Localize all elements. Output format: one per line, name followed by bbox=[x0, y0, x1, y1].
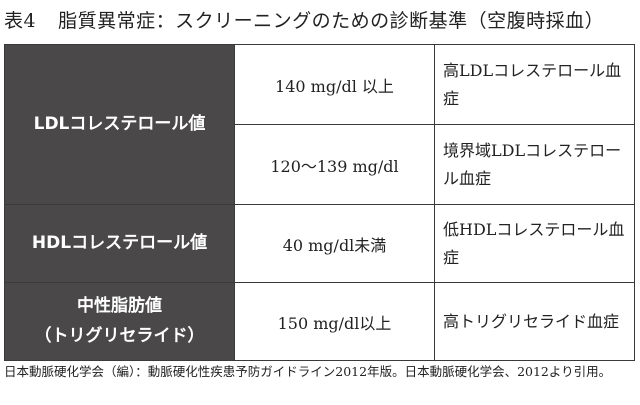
criteria-value: 150 mg/dl以上 bbox=[234, 282, 435, 361]
criteria-value: 40 mg/dl未満 bbox=[234, 204, 435, 283]
table-row: HDLコレステロール値 40 mg/dl未満 低HDLコレステロール血症 bbox=[4, 204, 635, 283]
table-row: 中性脂肪値 （トリグリセライド） 150 mg/dl以上 高トリグリセライド血症 bbox=[4, 282, 635, 361]
source-footnote: 日本動脈硬化学会（編）：動脈硬化性疾患予防ガイドライン2012年版。日本動脈硬化… bbox=[4, 364, 612, 379]
table-row: LDLコレステロール値 140 mg/dl 以上 高LDLコレステロール血症 bbox=[4, 44, 635, 205]
criteria-value: 140 mg/dl 以上 bbox=[234, 44, 435, 125]
category-hdl: HDLコレステロール値 bbox=[4, 204, 235, 283]
criteria-table: LDLコレステロール値 140 mg/dl 以上 高LDLコレステロール血症 1… bbox=[4, 44, 635, 361]
table-title-text: 脂質異常症：スクリーニングのための診断基準（空腹時採血） bbox=[58, 10, 605, 32]
diagnosis-label: 高トリグリセライド血症 bbox=[434, 282, 635, 361]
table-number: 表4 bbox=[4, 10, 37, 32]
category-line: （トリグリセライド） bbox=[34, 325, 205, 346]
category-ldl: LDLコレステロール値 bbox=[4, 44, 235, 205]
table-title: 表4 脂質異常症：スクリーニングのための診断基準（空腹時採血） bbox=[4, 6, 604, 33]
diagnosis-label: 高LDLコレステロール血症 bbox=[434, 44, 635, 125]
diagnosis-label: 低HDLコレステロール血症 bbox=[434, 204, 635, 283]
diagnosis-label: 境界域LDLコレステロール血症 bbox=[434, 124, 635, 205]
criteria-value: 120〜139 mg/dl bbox=[234, 124, 435, 205]
category-line: 中性脂肪値 bbox=[77, 295, 162, 316]
category-triglyceride: 中性脂肪値 （トリグリセライド） bbox=[4, 282, 235, 361]
